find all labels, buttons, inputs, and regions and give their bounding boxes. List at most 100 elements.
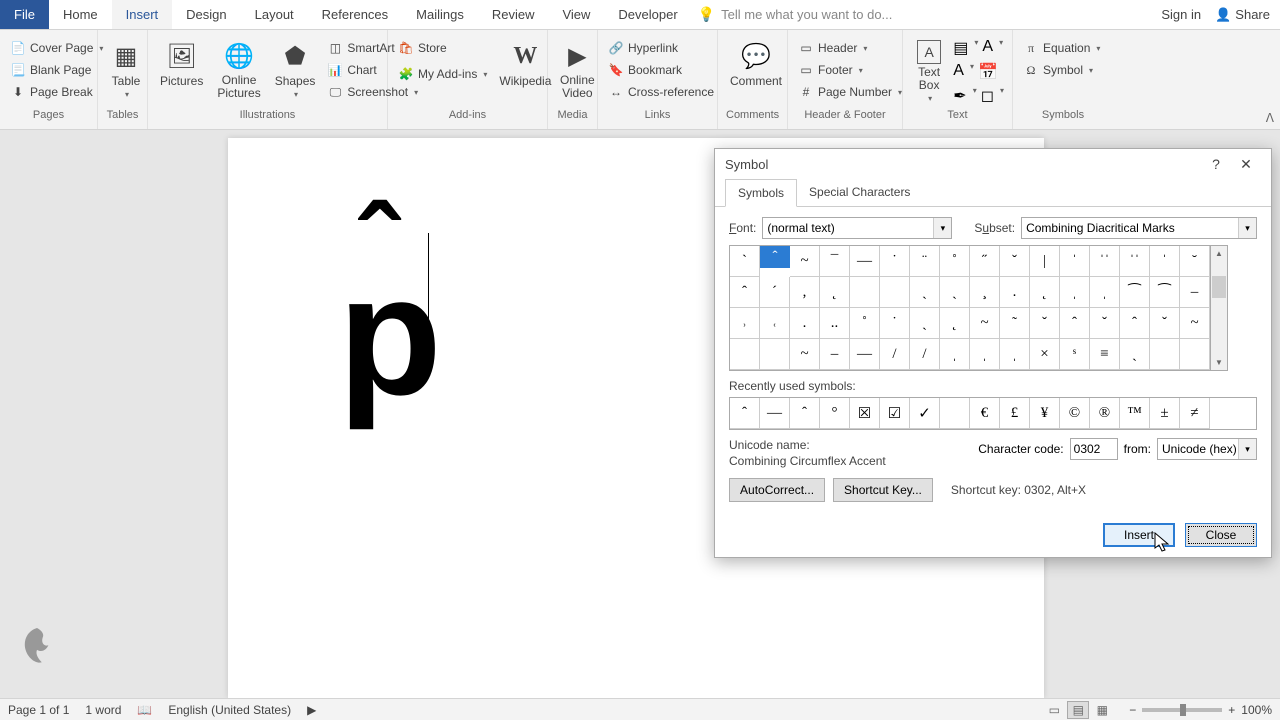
- symbol-cell[interactable]: ~: [790, 339, 820, 370]
- tab-special-chars[interactable]: Special Characters: [797, 179, 922, 206]
- recent-symbol-cell[interactable]: ✓: [910, 398, 940, 429]
- symbol-cell[interactable]: ≡: [1090, 339, 1120, 370]
- symbol-cell[interactable]: ˇ: [1090, 308, 1120, 339]
- symbol-cell[interactable]: ˈˈ: [1120, 246, 1150, 277]
- symbol-cell[interactable]: ˓: [760, 308, 790, 339]
- read-mode-button[interactable]: ▭: [1043, 701, 1065, 719]
- symbol-cell[interactable]: .: [1000, 277, 1030, 308]
- tab-symbols[interactable]: Symbols: [725, 179, 797, 207]
- textbox-button[interactable]: AText Box▾: [911, 38, 947, 105]
- symbol-cell[interactable]: ×: [1030, 339, 1060, 370]
- symbol-cell[interactable]: ´: [760, 277, 790, 308]
- symbol-cell[interactable]: ˌ: [970, 339, 1000, 370]
- spellcheck-icon[interactable]: 📖: [137, 703, 152, 717]
- symbol-cell[interactable]: ˈ: [1150, 246, 1180, 277]
- tab-home[interactable]: Home: [49, 0, 112, 29]
- shapes-button[interactable]: ⬟Shapes▾: [271, 38, 320, 101]
- symbol-cell[interactable]: ⁀: [1150, 277, 1180, 308]
- symbol-cell[interactable]: ˆ: [1120, 308, 1150, 339]
- symbol-cell[interactable]: ˇ: [1000, 246, 1030, 277]
- symbol-cell[interactable]: [730, 339, 760, 370]
- grid-scrollbar[interactable]: ▲ ▼: [1211, 245, 1228, 371]
- symbol-cell[interactable]: ˙: [880, 246, 910, 277]
- close-icon[interactable]: ✕: [1231, 149, 1261, 179]
- symbol-cell[interactable]: ˌ: [1090, 277, 1120, 308]
- recent-symbol-cell[interactable]: ¥: [1030, 398, 1060, 429]
- tab-view[interactable]: View: [548, 0, 604, 29]
- symbol-cell[interactable]: ˇ: [1030, 308, 1060, 339]
- symbol-cell[interactable]: `: [730, 246, 760, 277]
- footer-button[interactable]: ▭Footer▾: [796, 60, 865, 80]
- tab-developer[interactable]: Developer: [604, 0, 691, 29]
- symbol-cell[interactable]: ˛: [1030, 277, 1060, 308]
- symbol-cell[interactable]: ˏ: [910, 308, 940, 339]
- online-video-button[interactable]: ▶Online Video: [556, 38, 599, 102]
- recent-symbol-cell[interactable]: [940, 398, 970, 429]
- hyperlink-button[interactable]: 🔗Hyperlink: [606, 38, 680, 58]
- recent-symbol-cell[interactable]: ☑: [880, 398, 910, 429]
- dropcap-icon[interactable]: A: [953, 62, 964, 82]
- symbol-cell[interactable]: ˇ: [1150, 308, 1180, 339]
- header-button[interactable]: ▭Header▾: [796, 38, 869, 58]
- cover-page-button[interactable]: 📄Cover Page▾: [8, 38, 105, 58]
- recent-symbol-cell[interactable]: ©: [1060, 398, 1090, 429]
- symbol-cell[interactable]: ⁀: [1120, 277, 1150, 308]
- print-layout-button[interactable]: ▤: [1067, 701, 1089, 719]
- symbol-cell[interactable]: [1180, 339, 1210, 370]
- symbol-cell[interactable]: ˚: [940, 246, 970, 277]
- symbol-cell[interactable]: ¸: [970, 277, 1000, 308]
- tab-insert[interactable]: Insert: [112, 0, 173, 29]
- symbol-cell[interactable]: —: [850, 246, 880, 277]
- font-select[interactable]: (normal text)▾: [762, 217, 952, 239]
- tellme-search[interactable]: 💡Tell me what you want to do...: [692, 0, 899, 29]
- zoom-slider[interactable]: [1142, 708, 1222, 712]
- symbol-cell[interactable]: [760, 339, 790, 370]
- symbol-cell[interactable]: ˈ: [1060, 246, 1090, 277]
- date-icon[interactable]: 📅: [978, 62, 998, 82]
- table-button[interactable]: ▦Table▾: [106, 38, 146, 101]
- recent-symbol-cell[interactable]: °: [820, 398, 850, 429]
- symbol-cell[interactable]: ˙: [880, 308, 910, 339]
- zoom-level[interactable]: 100%: [1241, 703, 1272, 717]
- symbol-cell[interactable]: ˛: [940, 308, 970, 339]
- symbol-cell[interactable]: ¯: [820, 246, 850, 277]
- symbol-cell[interactable]: ˆ: [760, 246, 790, 268]
- web-layout-button[interactable]: ▦: [1091, 701, 1113, 719]
- symbol-cell[interactable]: ¨: [910, 246, 940, 277]
- recent-symbol-cell[interactable]: ®: [1090, 398, 1120, 429]
- shortcutkey-button[interactable]: Shortcut Key...: [833, 478, 933, 502]
- symbol-cell[interactable]: ˌ: [940, 339, 970, 370]
- symbol-cell[interactable]: .: [790, 308, 820, 339]
- tab-review[interactable]: Review: [478, 0, 549, 29]
- symbol-cell[interactable]: –: [1180, 277, 1210, 308]
- tab-layout[interactable]: Layout: [241, 0, 308, 29]
- comment-button[interactable]: 💬Comment: [726, 38, 786, 90]
- status-page[interactable]: Page 1 of 1: [8, 703, 69, 717]
- symbol-cell[interactable]: ˛: [820, 277, 850, 308]
- symbol-cell[interactable]: ˆ: [730, 277, 760, 308]
- symbol-cell[interactable]: ..: [820, 308, 850, 339]
- store-button[interactable]: 🛍Store: [396, 38, 489, 58]
- symbol-cell[interactable]: ˝: [970, 246, 1000, 277]
- symbol-cell[interactable]: ˌ: [1060, 277, 1090, 308]
- bookmark-button[interactable]: 🔖Bookmark: [606, 60, 684, 80]
- blank-page-button[interactable]: 📃Blank Page: [8, 60, 93, 80]
- symbol-cell[interactable]: ˚: [850, 308, 880, 339]
- tab-file[interactable]: File: [0, 0, 49, 29]
- pagenum-button[interactable]: #Page Number▾: [796, 82, 904, 102]
- close-button[interactable]: Close: [1185, 523, 1257, 547]
- recent-symbol-cell[interactable]: ™: [1120, 398, 1150, 429]
- status-lang[interactable]: English (United States): [168, 703, 291, 717]
- symbol-cell[interactable]: ˏ: [1120, 339, 1150, 370]
- signin-link[interactable]: Sign in: [1161, 7, 1201, 22]
- symbol-cell[interactable]: ˏ: [910, 277, 940, 308]
- recent-symbol-cell[interactable]: ˆ: [730, 398, 760, 429]
- zoom-knob[interactable]: [1180, 704, 1186, 716]
- symbol-button[interactable]: ΩSymbol▾: [1021, 60, 1095, 80]
- wikipedia-button[interactable]: WWikipedia: [495, 38, 555, 90]
- recent-symbol-cell[interactable]: ±: [1150, 398, 1180, 429]
- zoom-in-button[interactable]: +: [1228, 703, 1235, 717]
- pictures-button[interactable]: 🖼Pictures: [156, 38, 207, 90]
- symbol-cell[interactable]: ˏ: [940, 277, 970, 308]
- insert-button[interactable]: Insert: [1103, 523, 1175, 547]
